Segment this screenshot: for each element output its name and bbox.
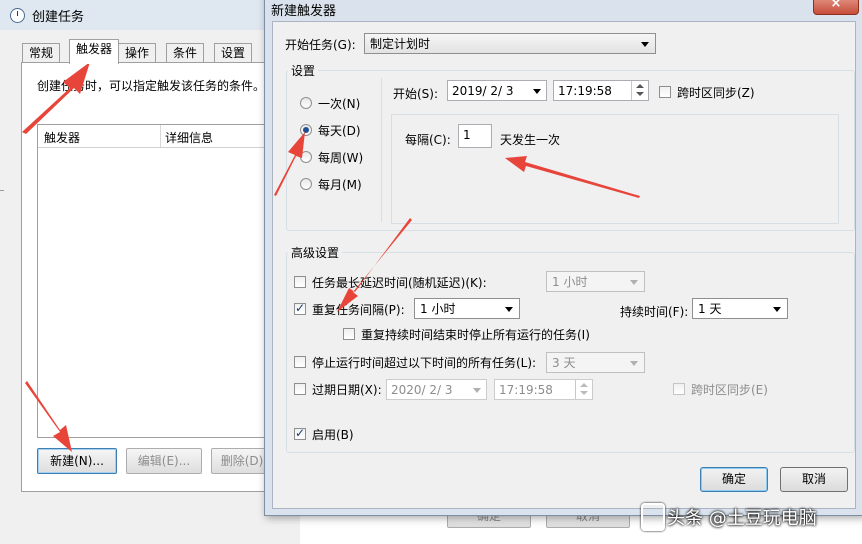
- tab-triggers[interactable]: 触发器: [69, 39, 120, 64]
- annotation-arrows: [22, 62, 640, 452]
- arrow-to-daily-radio: [274, 132, 305, 196]
- arrow-to-repeat-checkbox: [337, 218, 412, 312]
- watermark-text: 头条 @土豆玩电脑: [667, 508, 817, 529]
- arrow-to-new-button: [25, 381, 72, 452]
- watermark-logo-icon: [641, 503, 665, 531]
- arrow-to-triggers-tab: [22, 62, 90, 134]
- arrow-to-recur-input: [505, 156, 640, 198]
